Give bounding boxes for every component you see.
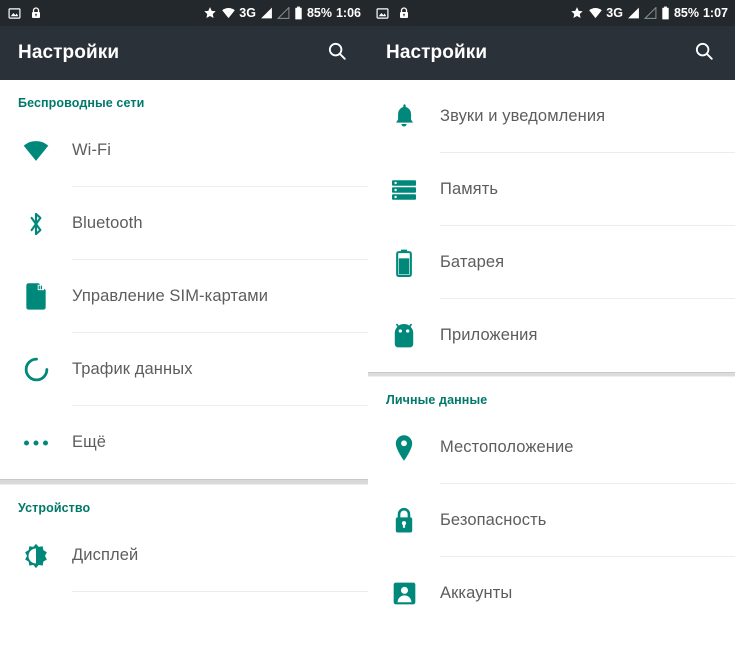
page-title: Настройки bbox=[386, 42, 488, 63]
list-item-label: Батарея bbox=[440, 253, 505, 271]
lock-icon bbox=[398, 6, 410, 20]
list-item-label: Местоположение bbox=[440, 438, 574, 456]
bell-icon bbox=[368, 80, 440, 153]
signal-secondary-icon bbox=[643, 7, 657, 19]
section-header-wireless: Беспроводные сети bbox=[18, 96, 145, 110]
dual-screenshot-container: 3G 85% 1:06 Настройки Беспроводные сети … bbox=[0, 0, 735, 650]
status-bar-right-icons: 3G 85% 1:06 bbox=[203, 6, 361, 20]
sim-card-icon bbox=[0, 260, 72, 333]
wifi-icon bbox=[0, 114, 72, 187]
lock-icon bbox=[30, 6, 42, 20]
app-bar: Настройки bbox=[368, 26, 735, 80]
search-icon bbox=[693, 40, 715, 67]
account-icon bbox=[368, 557, 440, 630]
settings-screen-2: 3G 85% 1:07 Настройки Звуки и уведомлени… bbox=[368, 0, 735, 650]
status-bar: 3G 85% 1:06 bbox=[0, 0, 368, 26]
list-item-battery[interactable]: Батарея bbox=[368, 226, 735, 299]
search-button[interactable] bbox=[687, 36, 721, 70]
battery-icon bbox=[294, 6, 303, 20]
settings-screen-1: 3G 85% 1:06 Настройки Беспроводные сети … bbox=[0, 0, 368, 650]
list-item-label: Память bbox=[440, 180, 499, 198]
network-type-label: 3G bbox=[606, 6, 623, 20]
list-item-bluetooth[interactable]: Bluetooth bbox=[0, 187, 368, 260]
brightness-icon bbox=[0, 519, 72, 592]
clock-label: 1:06 bbox=[335, 5, 361, 20]
battery-percent-label: 85% bbox=[673, 5, 699, 20]
battery-icon bbox=[368, 226, 440, 299]
location-pin-icon bbox=[368, 411, 440, 484]
list-item-location[interactable]: Местоположение bbox=[368, 411, 735, 484]
status-bar-right-icons: 3G 85% 1:07 bbox=[570, 6, 728, 20]
page-title: Настройки bbox=[18, 42, 120, 63]
list-item-sound-notifications[interactable]: Звуки и уведомления bbox=[368, 80, 735, 153]
list-item-label: Дисплей bbox=[72, 546, 139, 564]
network-type-label: 3G bbox=[239, 6, 256, 20]
settings-list-1: Беспроводные сети Wi-Fi Bluetooth Управл… bbox=[0, 80, 368, 592]
list-item-label: Аккаунты bbox=[440, 584, 513, 602]
signal-icon bbox=[627, 7, 640, 19]
data-usage-icon bbox=[0, 333, 72, 406]
star-icon bbox=[203, 6, 217, 20]
wifi-icon bbox=[588, 7, 603, 19]
settings-list-2: Звуки и уведомления Память Батарея Прило… bbox=[368, 80, 735, 630]
list-item-wifi[interactable]: Wi-Fi bbox=[0, 114, 368, 187]
battery-percent-label: 85% bbox=[306, 5, 332, 20]
list-item-label: Wi-Fi bbox=[72, 141, 111, 159]
status-bar: 3G 85% 1:07 bbox=[368, 0, 735, 26]
section-header-personal: Личные данные bbox=[386, 393, 488, 407]
bluetooth-icon bbox=[0, 187, 72, 260]
list-item-label: Управление SIM-картами bbox=[72, 287, 269, 305]
app-bar-actions bbox=[320, 36, 354, 70]
wifi-icon bbox=[221, 7, 236, 19]
list-item-label: Bluetooth bbox=[72, 214, 143, 232]
list-item-apps[interactable]: Приложения bbox=[368, 299, 735, 372]
android-icon bbox=[368, 299, 440, 372]
status-bar-left-icons bbox=[376, 6, 410, 20]
list-item-label: Звуки и уведомления bbox=[440, 107, 606, 125]
list-item-label: Безопасность bbox=[440, 511, 547, 529]
list-item-accounts[interactable]: Аккаунты bbox=[368, 557, 735, 630]
list-item-more[interactable]: Ещё bbox=[0, 406, 368, 479]
image-icon bbox=[8, 7, 21, 20]
list-item-label: Трафик данных bbox=[72, 360, 193, 378]
list-item-label: Приложения bbox=[440, 326, 538, 344]
list-item-security[interactable]: Безопасность bbox=[368, 484, 735, 557]
more-icon bbox=[0, 406, 72, 479]
star-icon bbox=[570, 6, 584, 20]
list-item-sim-management[interactable]: Управление SIM-картами bbox=[0, 260, 368, 333]
list-item-display[interactable]: Дисплей bbox=[0, 519, 368, 592]
search-icon bbox=[326, 40, 348, 67]
divider bbox=[72, 591, 368, 592]
lock-icon bbox=[368, 484, 440, 557]
section-header-device: Устройство bbox=[18, 501, 91, 515]
signal-icon bbox=[260, 7, 273, 19]
list-item-data-usage[interactable]: Трафик данных bbox=[0, 333, 368, 406]
list-item-storage[interactable]: Память bbox=[368, 153, 735, 226]
storage-icon bbox=[368, 153, 440, 226]
app-bar-actions bbox=[687, 36, 721, 70]
search-button[interactable] bbox=[320, 36, 354, 70]
status-bar-left-icons bbox=[8, 6, 42, 20]
app-bar: Настройки bbox=[0, 26, 368, 80]
battery-icon bbox=[661, 6, 670, 20]
image-icon bbox=[376, 7, 389, 20]
signal-secondary-icon bbox=[276, 7, 290, 19]
clock-label: 1:07 bbox=[702, 5, 728, 20]
list-item-label: Ещё bbox=[72, 433, 107, 451]
